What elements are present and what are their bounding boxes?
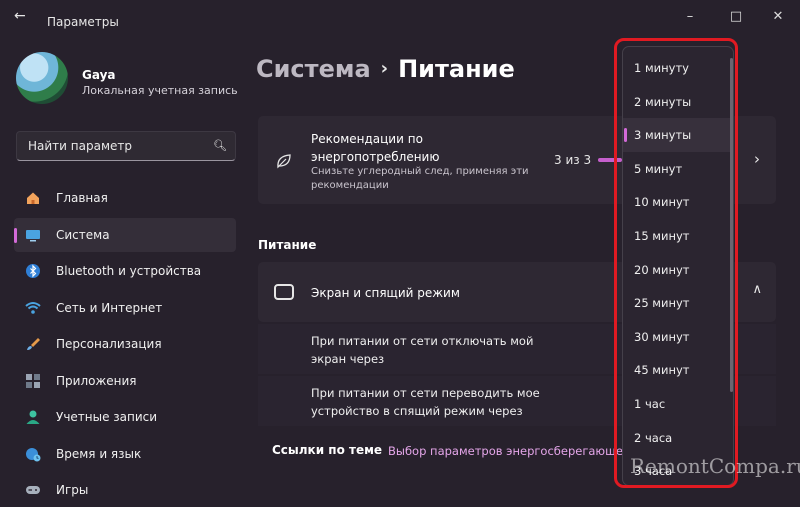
sidebar-item-system[interactable]: Система (14, 218, 236, 252)
recommendations-count: 3 из 3 (554, 153, 592, 167)
gamepad-icon (26, 486, 40, 494)
power-saving-link[interactable]: Выбор параметров энергосберегающе (388, 444, 623, 458)
chevron-up-icon[interactable]: ∧ (752, 282, 762, 297)
dropdown-option-label: 1 час (634, 397, 666, 411)
screen-sleep-title: Экран и спящий режим (311, 286, 460, 300)
sidebar-item-label: Сеть и Интернет (56, 301, 163, 315)
chevron-right-icon: › (380, 58, 389, 79)
watermark: RemontCompa.ru (630, 454, 800, 478)
home-icon (27, 192, 39, 204)
user-name: Gaya (82, 68, 116, 82)
globe-clock-icon (26, 448, 41, 462)
recommendations-progress (598, 158, 622, 162)
apps-icon (26, 374, 40, 388)
sidebar-item-label: Главная (56, 191, 108, 205)
dropdown-option[interactable]: 20 минут (623, 253, 733, 287)
timeout-dropdown-list[interactable]: 1 минуту 2 минуты 3 минуты 5 минут 10 минут 1… (622, 46, 734, 486)
dropdown-option-label: 2 часа (634, 430, 673, 445)
sidebar-item-accounts[interactable]: Учетные записи (14, 400, 236, 434)
sidebar-item-label: Bluetooth и устройства (56, 264, 202, 278)
app-title: Параметры (47, 15, 119, 29)
system-icon (26, 230, 40, 242)
recommendations-title: Рекомендации по энергопотреблению (311, 132, 440, 164)
dropdown-scrollbar[interactable] (730, 58, 733, 392)
maximize-icon[interactable]: □ (714, 6, 758, 28)
accounts-icon (26, 410, 40, 424)
recommendations-subtitle: Снизьте углеродный след, применяя эти ре… (311, 166, 529, 191)
sidebar-item-label: Персонализация (56, 337, 162, 351)
leaf-icon (275, 152, 293, 174)
wifi-icon (25, 302, 41, 314)
dropdown-option[interactable]: 1 час (623, 387, 733, 421)
dropdown-option[interactable]: 5 минут (623, 152, 733, 186)
dropdown-option-label: 30 минут (634, 329, 690, 344)
dropdown-option-label: 3 минуты (634, 128, 692, 143)
sidebar-item-personalization[interactable]: Персонализация (14, 327, 236, 361)
dropdown-option[interactable]: 2 минуты (623, 85, 733, 119)
dropdown-option-label: 15 минут (634, 229, 690, 243)
progress-fill (598, 158, 622, 162)
sidebar-item-gaming[interactable]: Игры (14, 473, 236, 507)
bluetooth-icon (26, 264, 40, 278)
dropdown-option-label: 25 минут (634, 296, 690, 311)
dropdown-option-label: 5 минут (634, 161, 683, 176)
dropdown-option-label: 2 минуты (634, 94, 692, 109)
dropdown-option[interactable]: 30 минут (623, 320, 733, 354)
sidebar-item-label: Учетные записи (56, 410, 158, 424)
title-bar: ← Параметры – □ ✕ (0, 0, 800, 32)
dropdown-option-label: 20 минут (634, 262, 690, 277)
dropdown-option[interactable]: 2 часа (623, 421, 733, 455)
setting-label: При питании от сети отключать мой экран … (311, 334, 534, 366)
dropdown-option-label: 10 минут (634, 195, 690, 210)
back-arrow-icon[interactable]: ← (14, 8, 26, 24)
dropdown-option-label: 1 минуту (634, 61, 689, 75)
search-icon[interactable]: 🔍︎ (213, 139, 227, 152)
dropdown-option-label: 45 минут (634, 363, 690, 378)
sidebar-item-time-language[interactable]: Время и язык (14, 437, 236, 471)
search-box[interactable]: 🔍︎ (16, 131, 236, 161)
breadcrumb-parent[interactable]: Система (256, 55, 371, 83)
minimize-icon[interactable]: – (668, 6, 712, 28)
sidebar-item-network[interactable]: Сеть и Интернет (14, 291, 236, 325)
section-title: Питание (258, 238, 317, 252)
related-links-label: Ссылки по теме (272, 443, 383, 457)
dropdown-option[interactable]: 25 минут (623, 286, 733, 320)
breadcrumb: Система › Питание (256, 55, 515, 83)
account-type: Локальная учетная запись (82, 84, 238, 97)
search-input[interactable] (26, 138, 210, 154)
sidebar-item-bluetooth[interactable]: Bluetooth и устройства (14, 254, 236, 288)
setting-label: При питании от сети переводить мое устро… (311, 386, 540, 418)
sidebar-item-apps[interactable]: Приложения (14, 364, 236, 398)
screen-sleep-icon (274, 284, 294, 300)
dropdown-option[interactable]: 15 минут (623, 219, 733, 253)
sidebar-item-label: Приложения (56, 374, 137, 388)
sidebar-item-label: Система (56, 228, 110, 242)
close-icon[interactable]: ✕ (756, 6, 800, 28)
dropdown-option[interactable]: 3 минуты (623, 118, 733, 153)
dropdown-option[interactable]: 1 минуту (623, 51, 733, 85)
sidebar-item-home[interactable]: Главная (14, 181, 236, 215)
sidebar-item-label: Игры (56, 483, 89, 497)
avatar[interactable] (16, 52, 68, 104)
sidebar-item-label: Время и язык (56, 447, 142, 461)
dropdown-option[interactable]: 10 минут (623, 185, 733, 219)
page-title: Питание (398, 55, 515, 83)
brush-icon (27, 338, 40, 350)
chevron-right-icon[interactable]: › (754, 150, 760, 168)
dropdown-option[interactable]: 45 минут (623, 353, 733, 387)
